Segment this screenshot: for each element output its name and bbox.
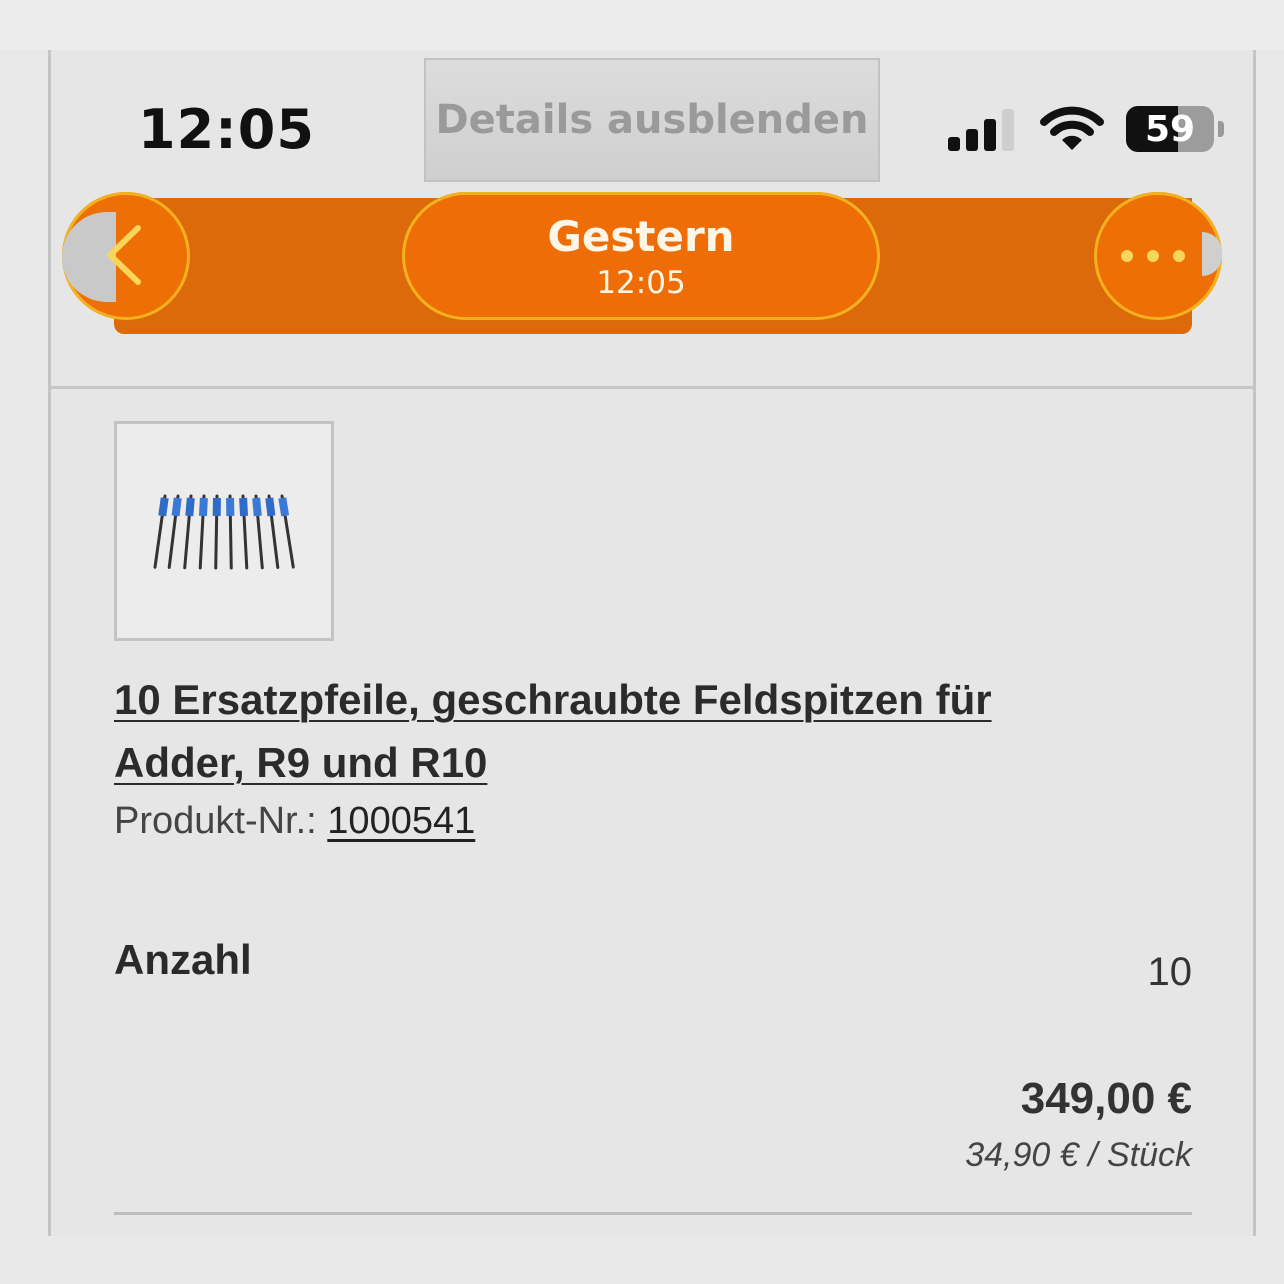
battery-icon: 59 (1126, 106, 1214, 152)
product-title-link[interactable]: 10 Ersatzpfeile, geschraubte Feldspitzen… (114, 668, 1014, 794)
product-thumbnail[interactable] (114, 421, 334, 641)
quantity-value: 10 (1147, 950, 1193, 994)
battery-level: 59 (1144, 108, 1196, 150)
cellular-signal-icon (948, 107, 1014, 151)
total-price: 349,00 € (1020, 1074, 1192, 1123)
wifi-icon (1040, 106, 1104, 150)
status-icons: 59 (948, 102, 1224, 156)
quantity-label: Anzahl (114, 936, 252, 983)
unit-price: 34,90 € / Stück (965, 1136, 1192, 1174)
chevron-left-icon (107, 225, 141, 285)
date-header: Gestern 12:05 (402, 192, 880, 320)
more-button[interactable] (1094, 192, 1222, 320)
bottom-divider (114, 1212, 1192, 1215)
details-hide-button[interactable]: Details ausblenden (424, 58, 880, 182)
back-button[interactable] (62, 192, 190, 320)
status-time: 12:05 (138, 98, 315, 161)
more-dots-icon (1121, 250, 1185, 262)
product-number-link[interactable]: 1000541 (327, 800, 475, 842)
product-number-label: Produkt-Nr.: (114, 800, 317, 842)
battery-tip (1218, 121, 1224, 137)
product-number: Produkt-Nr.: 1000541 (114, 800, 475, 843)
arrows-product-image (153, 494, 295, 570)
date-title: Gestern (547, 211, 735, 261)
top-background (0, 0, 1284, 50)
header-divider (48, 386, 1256, 389)
date-time: 12:05 (596, 264, 686, 301)
